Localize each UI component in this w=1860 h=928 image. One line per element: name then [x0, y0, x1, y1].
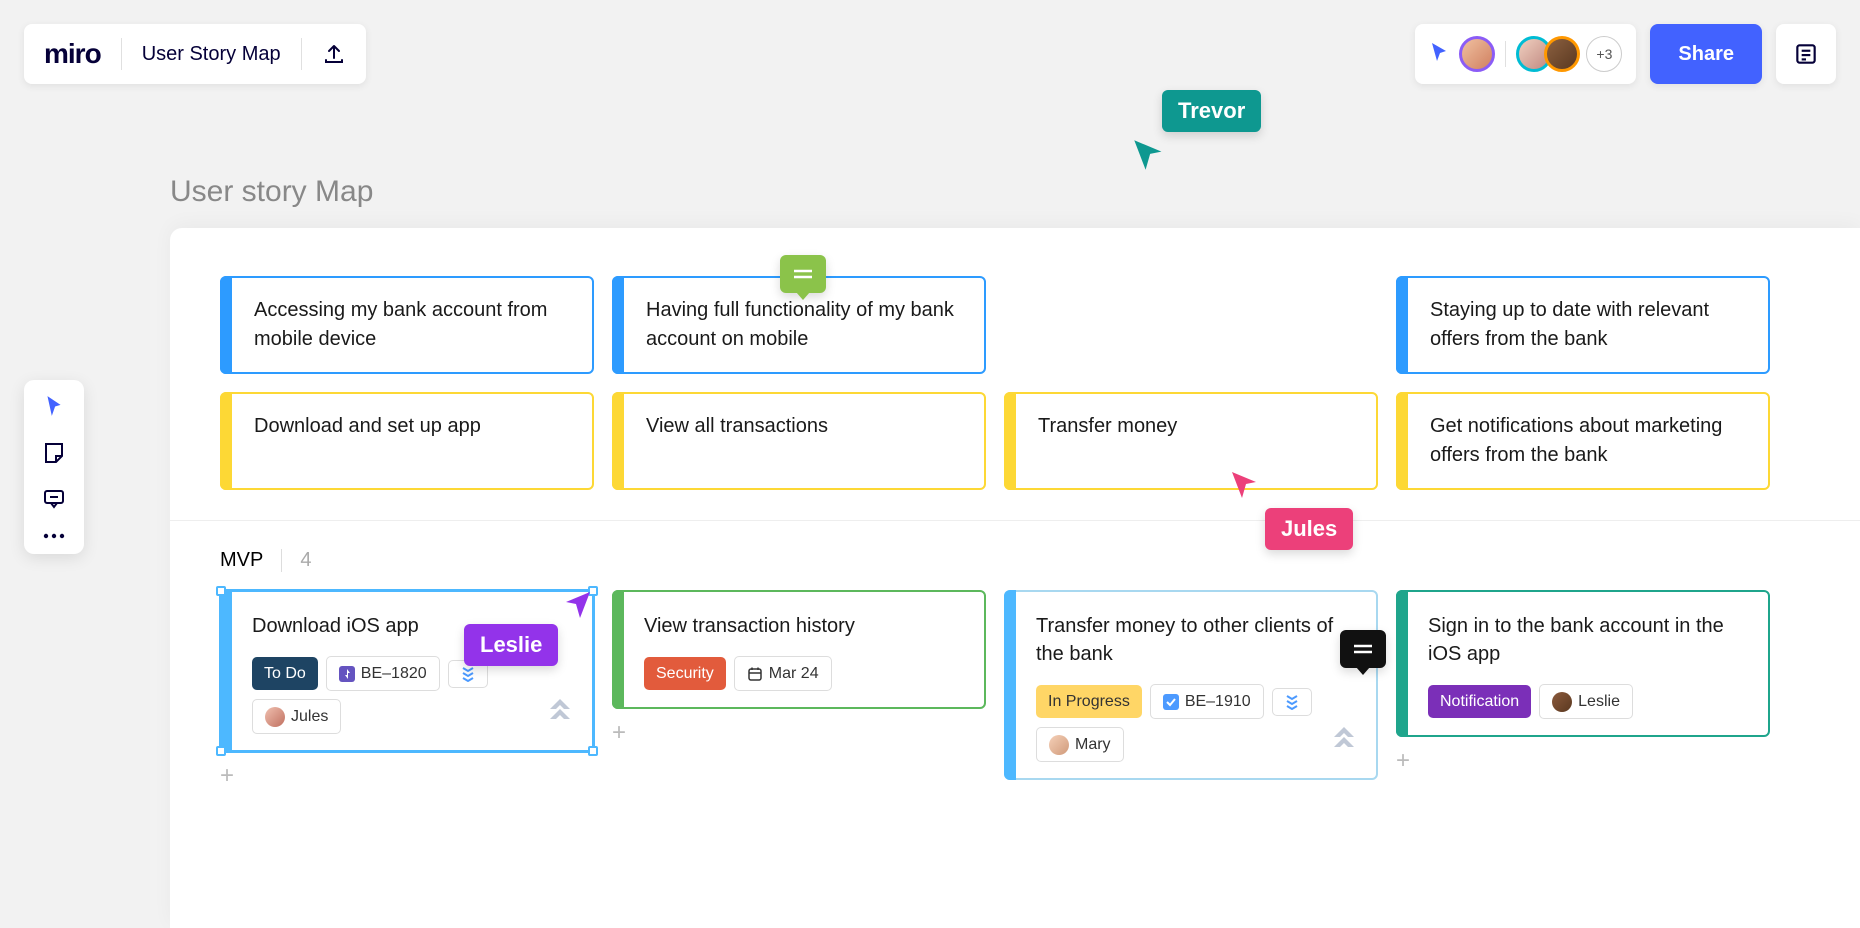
priority-low-icon: [1285, 694, 1299, 710]
select-tool[interactable]: [34, 394, 74, 418]
step-text: Transfer money: [1006, 394, 1376, 459]
activity-card[interactable]: Accessing my bank account from mobile de…: [220, 276, 594, 374]
ticket-id: BE–1910: [1185, 690, 1251, 713]
board-title[interactable]: User Story Map: [142, 43, 281, 66]
assignee-name: Mary: [1075, 733, 1111, 756]
story-title: View transaction history: [644, 612, 960, 640]
tag-chip[interactable]: Security: [644, 657, 726, 690]
remote-cursor-label-jules: Jules: [1265, 508, 1353, 550]
steps-row: Download and set up app View all transac…: [220, 392, 1810, 490]
story-title: Transfer money to other clients of the b…: [1036, 612, 1352, 668]
avatar-mini: [1049, 735, 1069, 755]
selection-handle[interactable]: [216, 746, 226, 756]
priority-chip[interactable]: [1272, 688, 1312, 716]
date-text: Mar 24: [769, 662, 819, 685]
ticket-chip[interactable]: BE–1820: [326, 656, 440, 691]
comment-tool[interactable]: [34, 486, 74, 510]
left-toolbar: [24, 380, 84, 554]
activity-text: Accessing my bank account from mobile de…: [222, 278, 592, 372]
step-card[interactable]: Transfer money: [1004, 392, 1378, 490]
jira-epic-icon: [339, 666, 355, 682]
assignee-chip[interactable]: Leslie: [1539, 684, 1633, 719]
status-chip[interactable]: In Progress: [1036, 685, 1142, 718]
assignee-chip[interactable]: Mary: [1036, 727, 1124, 762]
activity-card[interactable]: Staying up to date with relevant offers …: [1396, 276, 1770, 374]
avatar-user-3[interactable]: [1544, 36, 1580, 72]
remote-cursor-leslie-icon: [562, 590, 592, 625]
collaborators-group: +3: [1415, 24, 1636, 84]
stories-row: Download iOS app To Do BE–1820: [220, 590, 1810, 790]
more-tools[interactable]: [34, 532, 74, 540]
header-right-group: +3 Share: [1415, 24, 1836, 84]
divider: [121, 38, 122, 70]
step-text: View all transactions: [614, 394, 984, 459]
activity-text: Staying up to date with relevant offers …: [1398, 278, 1768, 372]
comment-indicator-icon[interactable]: [780, 255, 826, 293]
share-button[interactable]: Share: [1650, 24, 1762, 84]
step-card[interactable]: Download and set up app: [220, 392, 594, 490]
header-left-group: miro User Story Map: [24, 24, 366, 84]
ticket-id: BE–1820: [361, 662, 427, 685]
step-card[interactable]: View all transactions: [612, 392, 986, 490]
release-count: 4: [281, 549, 311, 572]
story-card[interactable]: Sign in to the bank account in the iOS a…: [1396, 590, 1770, 737]
release-name[interactable]: MVP: [220, 549, 263, 572]
jira-task-icon: [1163, 694, 1179, 710]
export-icon[interactable]: [322, 42, 346, 66]
add-story-button[interactable]: +: [1396, 747, 1770, 775]
activity-empty-slot: [1004, 276, 1378, 374]
assignee-name: Jules: [291, 705, 328, 728]
sticky-note-tool[interactable]: [34, 440, 74, 464]
activities-row: Accessing my bank account from mobile de…: [220, 276, 1810, 374]
status-chip[interactable]: To Do: [252, 657, 318, 690]
step-text: Get notifications about marketing offers…: [1398, 394, 1768, 488]
step-card[interactable]: Get notifications about marketing offers…: [1396, 392, 1770, 490]
app-logo[interactable]: miro: [44, 38, 101, 70]
avatar-stack: [1516, 36, 1580, 72]
remote-cursor-jules-icon: [1230, 470, 1260, 505]
release-header: MVP 4: [220, 549, 1810, 572]
avatar-mini: [265, 707, 285, 727]
avatar-overflow-count[interactable]: +3: [1586, 36, 1622, 72]
selection-handle[interactable]: [588, 746, 598, 756]
ticket-chip[interactable]: BE–1910: [1150, 684, 1264, 719]
story-card[interactable]: View transaction history Security Mar 24: [612, 590, 986, 709]
jira-logo-icon: [1328, 723, 1360, 764]
selection-handle[interactable]: [216, 586, 226, 596]
tag-chip[interactable]: Notification: [1428, 685, 1531, 718]
priority-low-icon: [461, 666, 475, 682]
activity-panel-button[interactable]: [1776, 24, 1836, 84]
add-story-button[interactable]: +: [220, 762, 594, 790]
divider: [1505, 41, 1506, 67]
add-story-button[interactable]: +: [612, 719, 986, 747]
jira-logo-icon: [544, 695, 576, 736]
story-card[interactable]: Download iOS app To Do BE–1820: [220, 590, 594, 752]
date-chip[interactable]: Mar 24: [734, 656, 832, 691]
remote-cursor-label-trevor: Trevor: [1162, 90, 1261, 132]
assignee-name: Leslie: [1578, 690, 1620, 713]
story-map-board[interactable]: Accessing my bank account from mobile de…: [170, 228, 1860, 928]
calendar-icon: [747, 666, 763, 682]
remote-cursor-label-leslie: Leslie: [464, 624, 558, 666]
remote-cursor-trevor-icon: [1132, 138, 1166, 177]
comment-indicator-icon[interactable]: [1340, 630, 1386, 668]
story-card[interactable]: Transfer money to other clients of the b…: [1004, 590, 1378, 780]
avatar-user-1[interactable]: [1459, 36, 1495, 72]
release-divider: [170, 520, 1860, 521]
avatar-mini: [1552, 692, 1572, 712]
story-title: Sign in to the bank account in the iOS a…: [1428, 612, 1744, 668]
assignee-chip[interactable]: Jules: [252, 699, 341, 734]
divider: [301, 38, 302, 70]
collab-cursor-icon[interactable]: [1429, 41, 1449, 68]
step-text: Download and set up app: [222, 394, 592, 459]
canvas-section-title: User story Map: [170, 175, 373, 209]
